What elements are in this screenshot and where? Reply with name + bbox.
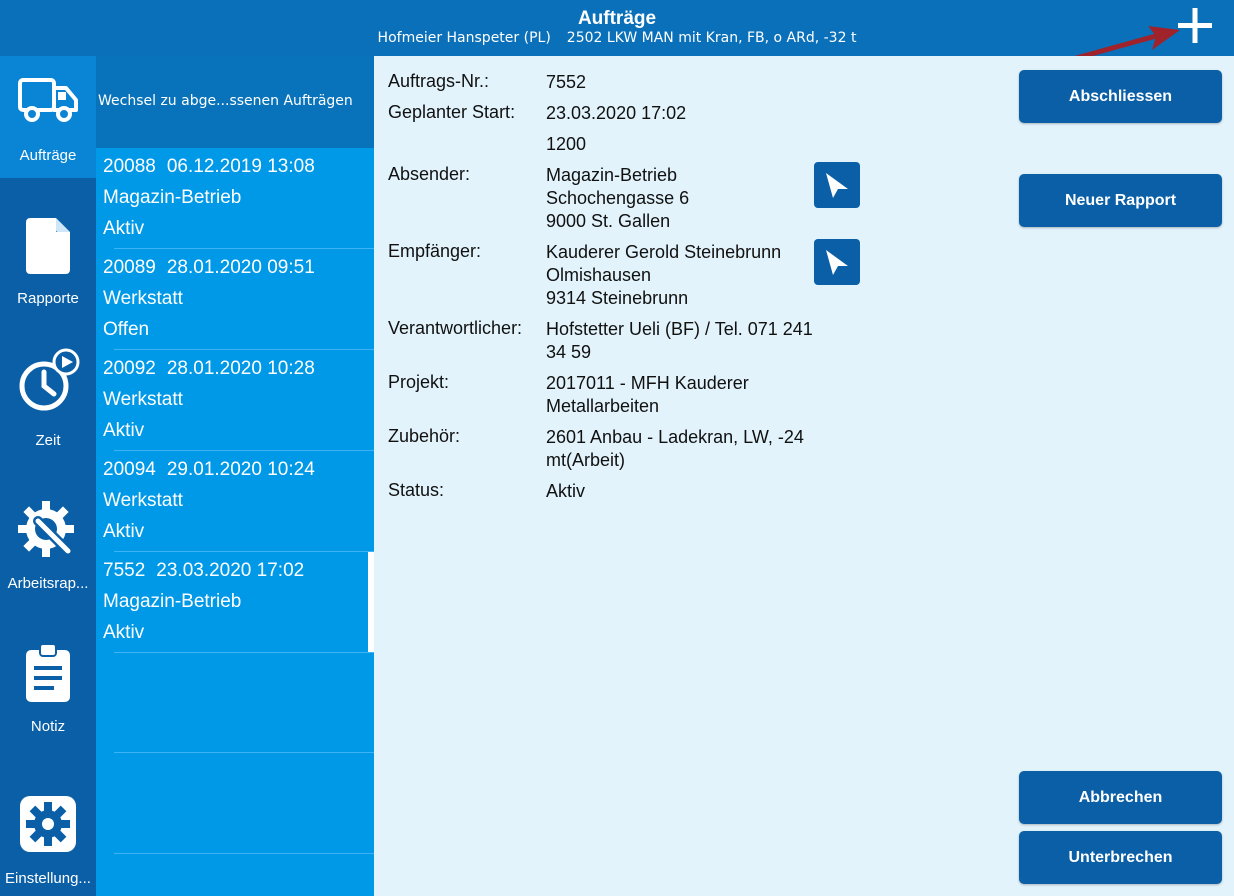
header-user: Hofmeier Hanspeter (PL)	[377, 30, 551, 46]
order-status: Aktiv	[103, 420, 145, 441]
sidebar-item-einstellungen[interactable]: Einstellung...	[0, 774, 96, 896]
zubehoer-label: Zubehör:	[388, 426, 461, 446]
order-date: 28.01.2020 09:51	[166, 257, 315, 278]
order-location: Magazin-Betrieb	[103, 187, 242, 208]
verantwortlicher-line: Hofstetter Ueli (BF) / Tel. 071 241	[546, 319, 813, 339]
sidebar-item-label: Zeit	[35, 432, 61, 449]
empfaenger-line: Kauderer Gerold Steinebrunn	[546, 242, 782, 262]
truck-icon	[18, 78, 78, 122]
order-number: 7552	[103, 560, 146, 581]
projekt-label: Projekt:	[388, 372, 450, 392]
verantwortlicher-line: 34 59	[546, 342, 592, 362]
settings-icon	[20, 796, 76, 852]
order-status: Aktiv	[103, 218, 145, 239]
order-number: 20094	[103, 459, 156, 480]
list-item[interactable]: 20088 06.12.2019 13:08 Magazin-Betrieb Ak…	[96, 148, 374, 249]
start-extra-value: 1200	[546, 134, 587, 154]
sidebar-item-label: Aufträge	[19, 147, 77, 164]
empfaenger-line: Olmishausen	[546, 265, 652, 285]
divider	[114, 652, 374, 653]
location-arrow-icon	[826, 173, 848, 198]
sidebar-item-zeit[interactable]: Zeit	[0, 340, 96, 462]
sidebar-item-notiz[interactable]: Notiz	[0, 626, 96, 748]
verantwortlicher-value: Hofstetter Ueli (BF) / Tel. 071 241 34 5…	[546, 318, 813, 364]
start-label: Geplanter Start:	[388, 102, 516, 122]
list-header-label: Wechsel zu abge...ssenen Aufträgen	[98, 93, 353, 109]
sidebar-item-label: Notiz	[30, 718, 66, 735]
list-item[interactable]: 20094 29.01.2020 10:24 Werkstatt Aktiv	[96, 451, 374, 552]
clipboard-icon	[26, 643, 70, 702]
order-date: 28.01.2020 10:28	[166, 358, 315, 379]
order-date: 29.01.2020 10:24	[166, 459, 315, 480]
absender-value: Magazin-Betrieb Schochengasse 6 9000 St.…	[546, 164, 689, 233]
order-date: 06.12.2019 13:08	[166, 156, 315, 177]
header-subtitle: Hofmeier Hanspeter (PL) 2502 LKW MAN mit …	[0, 30, 1234, 46]
absender-line: Magazin-Betrieb	[546, 165, 678, 185]
sidebar-item-label: Rapporte	[17, 290, 79, 307]
location-arrow-icon	[826, 250, 848, 275]
sidebar-item-auftraege[interactable]: Aufträge	[0, 56, 96, 178]
order-number: 20089	[103, 257, 156, 278]
sidebar-item-label: Einstellung...	[5, 870, 91, 887]
projekt-line: Metallarbeiten	[546, 396, 660, 416]
divider	[114, 853, 374, 854]
switch-closed-orders-button[interactable]: Wechsel zu abge...ssenen Aufträgen	[96, 56, 374, 148]
zubehoer-value: 2601 Anbau - Ladekran, LW, -24 mt(Arbeit…	[546, 426, 804, 472]
neuer-rapport-button[interactable]: Neuer Rapport	[1019, 174, 1222, 227]
clock-play-icon	[19, 348, 80, 411]
zubehoer-line: mt(Arbeit)	[546, 450, 626, 470]
auftragsnr-label: Auftrags-Nr.:	[388, 71, 490, 91]
order-date: 23.03.2020 17:02	[156, 560, 305, 581]
gear-wrench-icon	[18, 501, 74, 557]
order-detail: Auftrags-Nr.: 7552 Geplanter Start: 23.0…	[374, 56, 1234, 896]
title-bar: Aufträge Hofmeier Hanspeter (PL) 2502 LKW…	[0, 0, 1234, 56]
empfaenger-line: 9314 Steinebrunn	[546, 288, 689, 308]
list-item[interactable]: 20089 28.01.2020 09:51 Werkstatt Offen	[96, 249, 374, 350]
order-status: Aktiv	[103, 521, 145, 542]
order-number: 20092	[103, 358, 156, 379]
start-value: 23.03.2020 17:02	[546, 103, 687, 123]
order-location: Magazin-Betrieb	[103, 591, 242, 612]
order-location: Werkstatt	[103, 389, 183, 410]
absender-navigate-button[interactable]	[814, 162, 860, 208]
order-location: Werkstatt	[103, 288, 183, 309]
projekt-value: 2017011 - MFH Kauderer Metallarbeiten	[546, 372, 749, 418]
add-order-button[interactable]	[1172, 4, 1218, 48]
sidebar: Aufträge Rapporte Zeit Arbeitsrap... Not…	[0, 56, 96, 896]
absender-label: Absender:	[388, 164, 471, 184]
plus-icon	[1178, 8, 1212, 43]
absender-line: Schochengasse 6	[546, 188, 690, 208]
unterbrechen-button[interactable]: Unterbrechen	[1019, 831, 1222, 884]
list-item-selected[interactable]: 7552 23.03.2020 17:02 Magazin-Betrieb Akt…	[96, 552, 374, 653]
status-value: Aktiv	[546, 481, 586, 501]
empfaenger-navigate-button[interactable]	[814, 239, 860, 285]
empfaenger-value: Kauderer Gerold Steinebrunn Olmishausen …	[546, 241, 781, 310]
empfaenger-label: Empfänger:	[388, 241, 482, 261]
page-title: Aufträge	[577, 8, 657, 29]
auftragsnr-value: 7552	[546, 72, 587, 92]
divider	[114, 752, 374, 753]
order-number: 20088	[103, 156, 156, 177]
list-item[interactable]: 20092 28.01.2020 10:28 Werkstatt Aktiv	[96, 350, 374, 451]
abbrechen-button[interactable]: Abbrechen	[1019, 771, 1222, 824]
absender-line: 9000 St. Gallen	[546, 211, 671, 231]
verantwortlicher-label: Verantwortlicher:	[388, 318, 523, 338]
sidebar-item-rapporte[interactable]: Rapporte	[0, 198, 96, 320]
document-icon	[26, 218, 70, 274]
status-label: Status:	[388, 480, 445, 500]
sidebar-item-arbeitsrapport[interactable]: Arbeitsrap...	[0, 483, 96, 605]
header-vehicle: 2502 LKW MAN mit Kran, FB, o ARd, -32 t	[566, 30, 857, 46]
order-status: Offen	[103, 319, 150, 340]
zubehoer-line: 2601 Anbau - Ladekran, LW, -24	[546, 427, 804, 447]
projekt-line: 2017011 - MFH Kauderer	[546, 373, 749, 393]
order-location: Werkstatt	[103, 490, 183, 511]
order-list: Wechsel zu abge...ssenen Aufträgen 20088…	[96, 56, 374, 896]
abschliessen-button[interactable]: Abschliessen	[1019, 70, 1222, 123]
sidebar-item-label: Arbeitsrap...	[7, 575, 89, 592]
order-status: Aktiv	[103, 622, 145, 643]
